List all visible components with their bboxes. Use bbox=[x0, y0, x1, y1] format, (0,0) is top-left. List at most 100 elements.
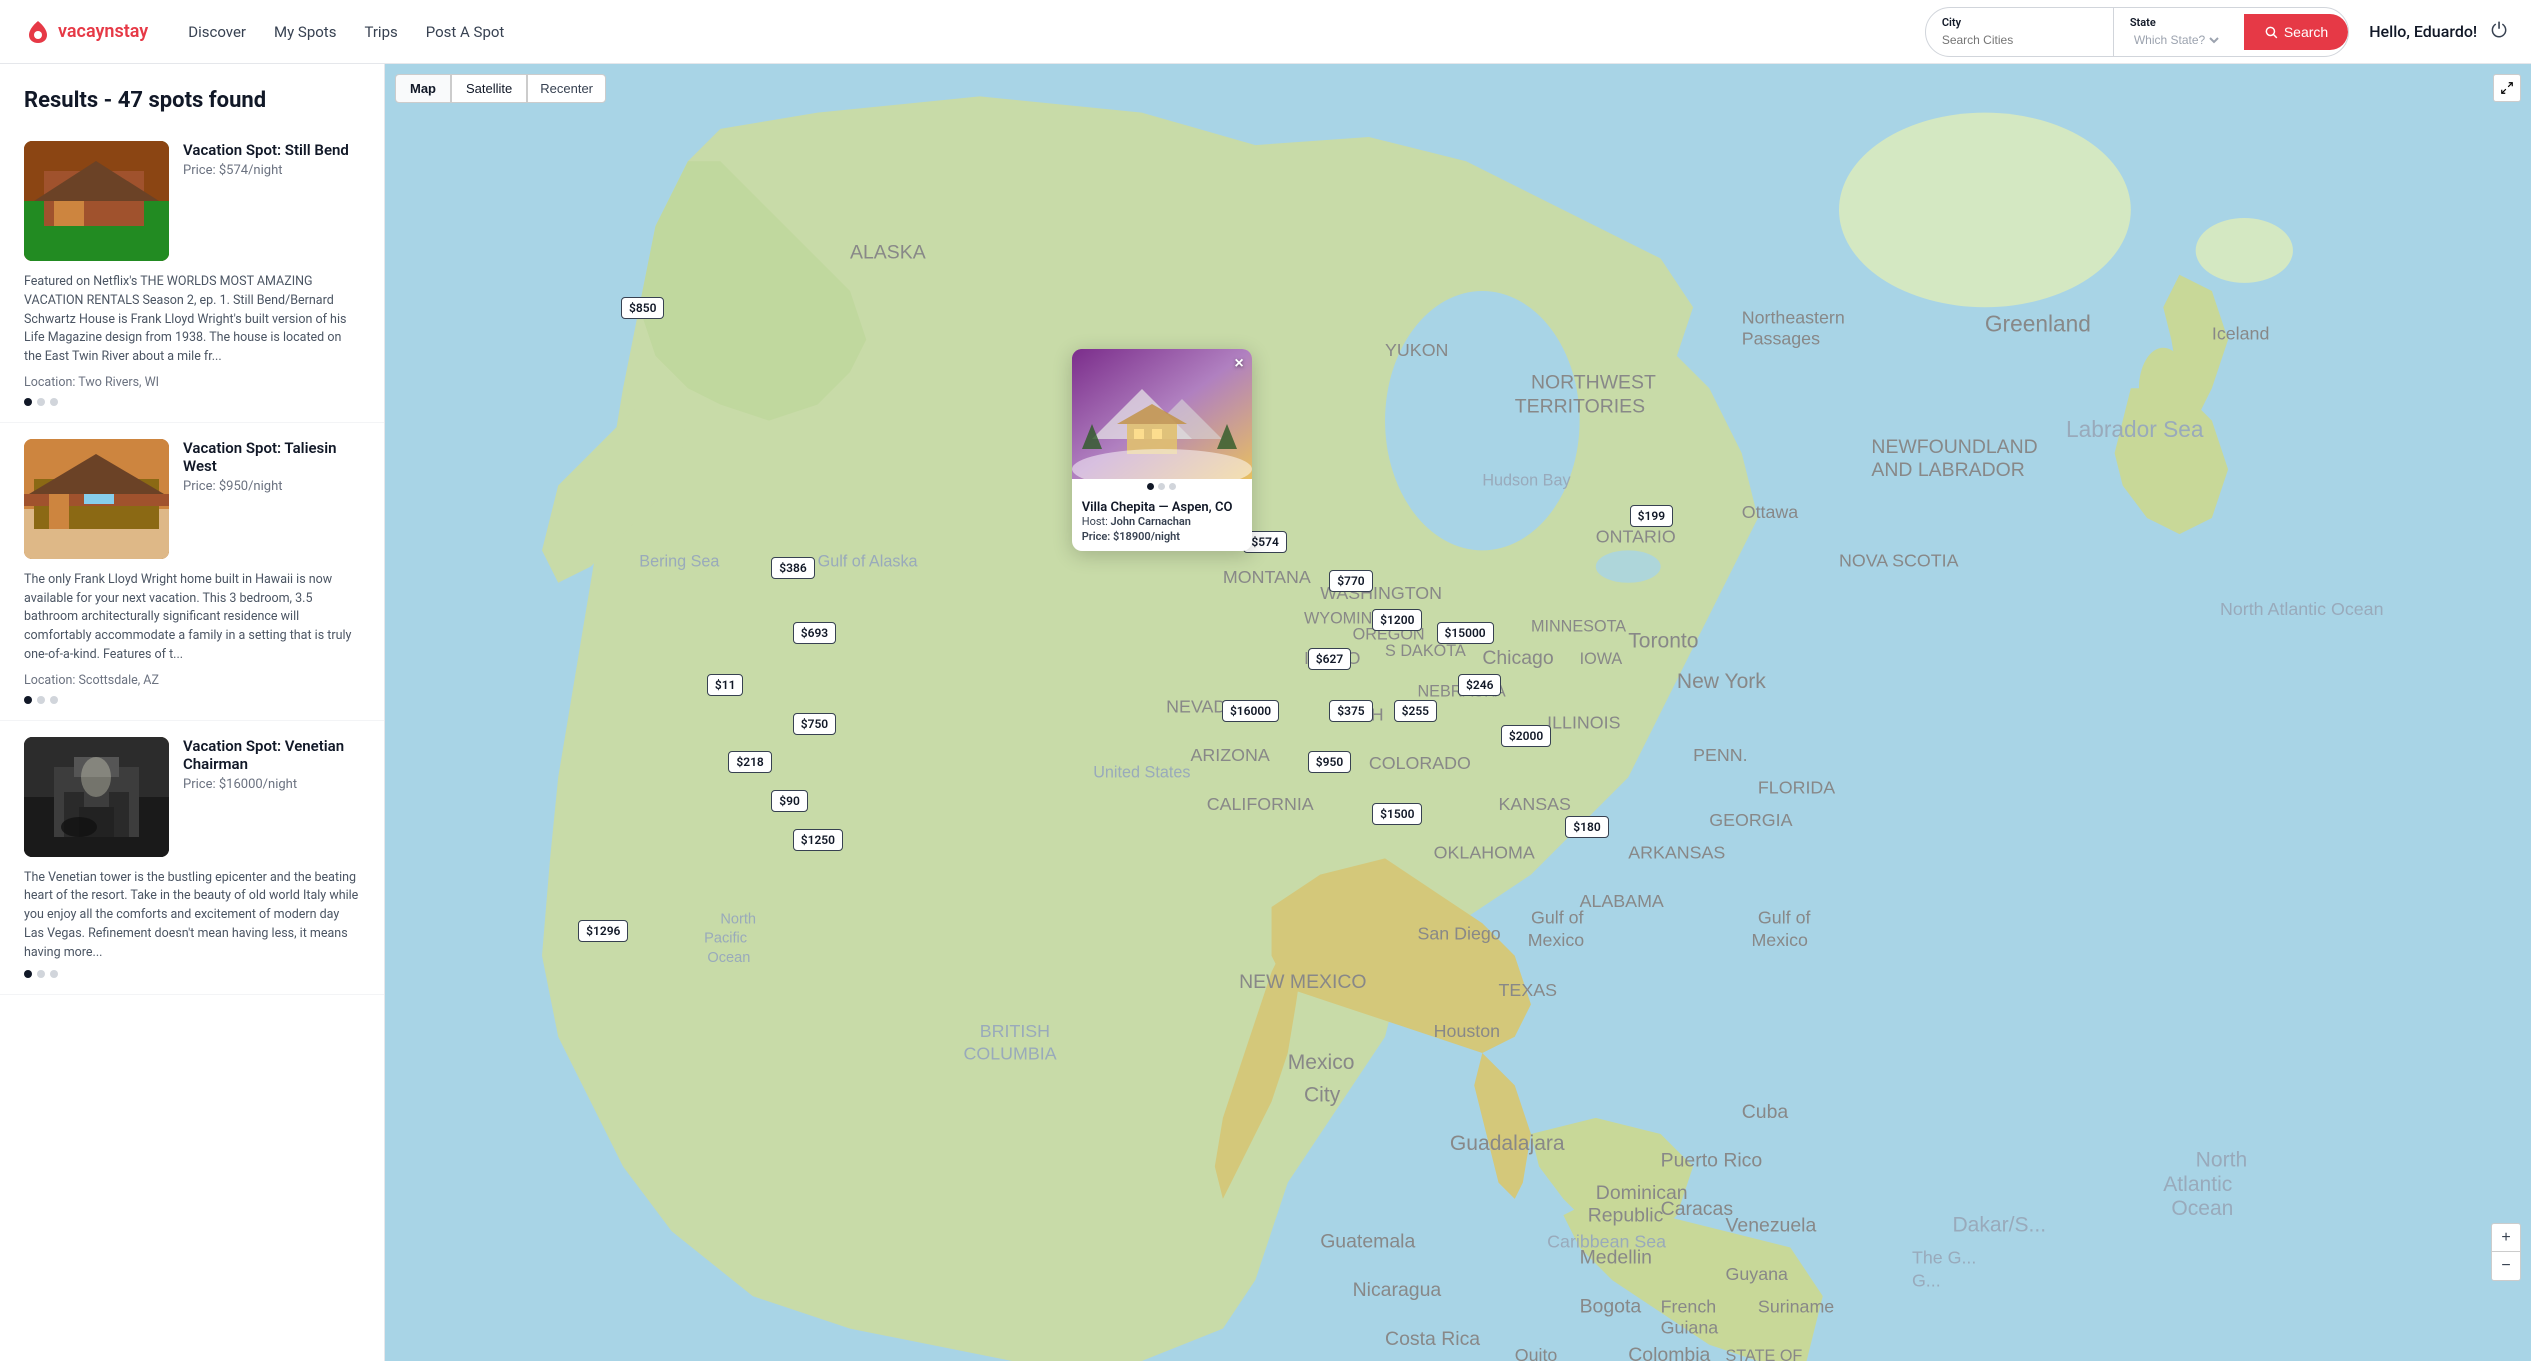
zoom-in-button[interactable]: + bbox=[2492, 1224, 2520, 1252]
svg-text:North Atlantic Ocean: North Atlantic Ocean bbox=[2220, 599, 2384, 619]
spot-dots-3 bbox=[24, 970, 360, 978]
map-tab-satellite[interactable]: Satellite bbox=[451, 74, 527, 103]
price-pin-375[interactable]: $375 bbox=[1329, 700, 1372, 722]
nav-post-spot[interactable]: Post A Spot bbox=[426, 23, 505, 41]
svg-text:Mexico: Mexico bbox=[1288, 1051, 1355, 1074]
svg-text:NEWFOUNDLAND: NEWFOUNDLAND bbox=[1871, 436, 2037, 458]
price-pin-386[interactable]: $386 bbox=[771, 557, 814, 579]
price-pin-255[interactable]: $255 bbox=[1394, 700, 1437, 722]
popup-title: Villa Chepita — Aspen, CO bbox=[1082, 500, 1242, 515]
price-pin-90[interactable]: $90 bbox=[771, 790, 808, 812]
price-pin-770[interactable]: $770 bbox=[1329, 570, 1372, 592]
price-pin-1200[interactable]: $1200 bbox=[1372, 609, 1422, 631]
map-tab-map[interactable]: Map bbox=[395, 74, 451, 103]
price-pin-693[interactable]: $693 bbox=[793, 622, 836, 644]
spot-card-top-2: Vacation Spot: Taliesin West Price: $950… bbox=[24, 439, 360, 559]
svg-text:Puerto Rico: Puerto Rico bbox=[1661, 1149, 1763, 1171]
price-pin-1296[interactable]: $1296 bbox=[578, 920, 628, 942]
nav-trips[interactable]: Trips bbox=[364, 23, 397, 41]
search-icon bbox=[2264, 25, 2278, 39]
zoom-controls: + − bbox=[2491, 1223, 2521, 1281]
map-svg: ALASKA NORTHWEST TERRITORIES Northeaster… bbox=[385, 64, 2531, 1361]
svg-text:Bering Sea: Bering Sea bbox=[639, 553, 720, 571]
popup-image bbox=[1072, 349, 1252, 479]
nav-discover[interactable]: Discover bbox=[188, 23, 246, 41]
svg-text:S DAKOTA: S DAKOTA bbox=[1385, 642, 1466, 660]
price-pin-246[interactable]: $246 bbox=[1458, 674, 1501, 696]
state-label: State bbox=[2130, 16, 2222, 29]
svg-text:Gulf of Alaska: Gulf of Alaska bbox=[818, 553, 919, 571]
search-bar: City State Which State? AlabamaAlaskaAri… bbox=[1925, 7, 2349, 57]
spot-name-1: Vacation Spot: Still Bend bbox=[183, 141, 360, 159]
svg-text:Gulf of: Gulf of bbox=[1758, 907, 1811, 927]
popup-price: Price: $18900/night bbox=[1082, 530, 1242, 543]
price-pin-950[interactable]: $950 bbox=[1308, 751, 1351, 773]
popup-close-button[interactable]: × bbox=[1234, 355, 1243, 373]
price-pin-850[interactable]: $850 bbox=[621, 297, 664, 319]
price-pin-1250[interactable]: $1250 bbox=[793, 829, 843, 851]
svg-text:Medellin: Medellin bbox=[1580, 1247, 1652, 1269]
svg-text:New York: New York bbox=[1677, 670, 1766, 693]
logo-text: vacaynstay bbox=[58, 21, 148, 42]
price-pin-180[interactable]: $180 bbox=[1565, 816, 1608, 838]
logo-icon bbox=[24, 18, 52, 46]
spot-card-2[interactable]: Vacation Spot: Taliesin West Price: $950… bbox=[0, 423, 384, 721]
svg-text:Bogota: Bogota bbox=[1580, 1295, 1642, 1317]
svg-text:TERRITORIES: TERRITORIES bbox=[1515, 396, 1645, 418]
svg-text:YUKON: YUKON bbox=[1385, 340, 1448, 360]
spot-card-3[interactable]: Vacation Spot: Venetian Chairman Price: … bbox=[0, 721, 384, 996]
svg-text:ARKANSAS: ARKANSAS bbox=[1628, 842, 1725, 862]
spot-info-3: Vacation Spot: Venetian Chairman Price: … bbox=[183, 737, 360, 857]
svg-text:MINNESOTA: MINNESOTA bbox=[1531, 617, 1626, 635]
spot-dots-1 bbox=[24, 398, 360, 406]
svg-text:Northeastern: Northeastern bbox=[1742, 307, 1845, 327]
expand-icon bbox=[2500, 81, 2514, 95]
svg-text:CALIFORNIA: CALIFORNIA bbox=[1207, 794, 1314, 814]
city-input[interactable] bbox=[1942, 33, 2097, 47]
popup-dot-2 bbox=[1169, 483, 1176, 490]
popup-dots bbox=[1072, 479, 1252, 492]
map-tab-recenter[interactable]: Recenter bbox=[527, 74, 606, 103]
spot-card-1[interactable]: Vacation Spot: Still Bend Price: $574/ni… bbox=[0, 125, 384, 423]
svg-text:San Diego: San Diego bbox=[1417, 923, 1500, 943]
nav-my-spots[interactable]: My Spots bbox=[274, 23, 336, 41]
state-select[interactable]: Which State? AlabamaAlaskaArizona Califo… bbox=[2130, 32, 2222, 48]
svg-text:City: City bbox=[1304, 1084, 1341, 1107]
spot-image-1 bbox=[24, 141, 169, 261]
spot-card-top-1: Vacation Spot: Still Bend Price: $574/ni… bbox=[24, 141, 360, 261]
city-label: City bbox=[1942, 16, 2097, 29]
city-field-wrapper: City bbox=[1926, 8, 2114, 56]
svg-text:United States: United States bbox=[1093, 763, 1190, 781]
svg-text:ALABAMA: ALABAMA bbox=[1580, 891, 1664, 911]
svg-text:Greenland: Greenland bbox=[1985, 311, 2091, 337]
svg-text:COLUMBIA: COLUMBIA bbox=[964, 1043, 1057, 1063]
price-pin-627[interactable]: $627 bbox=[1308, 648, 1351, 670]
price-pin-199[interactable]: $199 bbox=[1630, 505, 1673, 527]
zoom-out-button[interactable]: − bbox=[2492, 1252, 2520, 1280]
price-pin-11[interactable]: $11 bbox=[707, 674, 744, 696]
price-pin-1500[interactable]: $1500 bbox=[1372, 803, 1422, 825]
price-pin-218[interactable]: $218 bbox=[728, 751, 771, 773]
svg-text:French: French bbox=[1661, 1296, 1717, 1316]
spot-name-2: Vacation Spot: Taliesin West bbox=[183, 439, 360, 475]
search-button[interactable]: Search bbox=[2244, 14, 2348, 50]
expand-button[interactable] bbox=[2493, 74, 2521, 102]
svg-text:Republic: Republic bbox=[1588, 1205, 1664, 1227]
svg-text:NORTHWEST: NORTHWEST bbox=[1531, 371, 1656, 393]
spot-image-svg-2 bbox=[24, 439, 169, 559]
price-pin-750[interactable]: $750 bbox=[793, 713, 836, 735]
price-pin-2000[interactable]: $2000 bbox=[1501, 725, 1551, 747]
svg-text:North: North bbox=[2196, 1148, 2248, 1171]
price-pin-16000[interactable]: $16000 bbox=[1222, 700, 1279, 722]
dot-2-1 bbox=[37, 696, 45, 704]
map-background: ALASKA NORTHWEST TERRITORIES Northeaster… bbox=[385, 64, 2531, 1361]
svg-text:ARIZONA: ARIZONA bbox=[1190, 745, 1269, 765]
spot-image-svg-3 bbox=[24, 737, 169, 857]
svg-text:NOVA SCOTIA: NOVA SCOTIA bbox=[1839, 551, 1959, 571]
power-button[interactable]: ⏻ bbox=[2491, 20, 2507, 43]
svg-text:Venezuela: Venezuela bbox=[1726, 1214, 1817, 1236]
dot-2-0 bbox=[24, 696, 32, 704]
logo[interactable]: vacaynstay bbox=[24, 18, 148, 46]
price-pin-15000[interactable]: $15000 bbox=[1437, 622, 1494, 644]
spot-price-2: Price: $950/night bbox=[183, 479, 360, 494]
